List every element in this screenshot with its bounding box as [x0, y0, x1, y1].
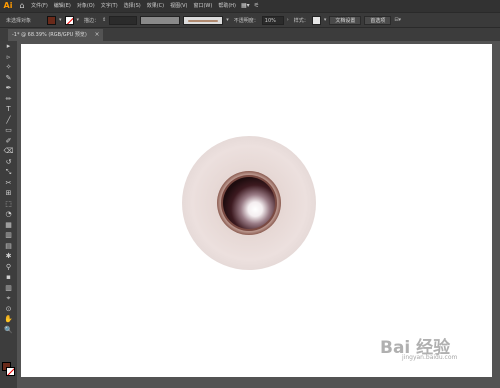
rotate-tool-icon[interactable]: ↺	[0, 157, 17, 168]
pupil-circle	[223, 177, 275, 229]
menu-effect[interactable]: 效果(C)	[144, 0, 167, 12]
document-tab[interactable]: -1* @ 68.39% (RGB/GPU 预览) ×	[8, 29, 104, 41]
app-logo: Ai	[3, 1, 13, 10]
eye-illustration[interactable]	[182, 136, 316, 270]
type-tool-icon[interactable]: T	[0, 104, 17, 115]
blend-tool-icon[interactable]: ▤	[0, 241, 17, 252]
stroke-stepper-icon[interactable]: ⇕	[102, 17, 106, 23]
document-tab-title: @ 68.39% (RGB/GPU 预览)	[21, 32, 87, 38]
opacity-field[interactable]: 10%	[261, 15, 284, 25]
control-bar: 未选择对象 ▾ ▾ 描边： ⇕ ▾ 不透明度： 10% › 样式： ▾ 文档设置…	[0, 12, 500, 28]
preferences-button[interactable]: 首选项	[364, 15, 392, 25]
document-tab-bar: -1* @ 68.39% (RGB/GPU 预览) ×	[0, 28, 500, 41]
tools-panel: ▸ ▹ ✧ ✎ ✒ ✏ T ╱ ▭ ✐ ⌫ ↺ ⤡ ✂ ⊞ ⬚ ◔ ▦ ▥ ▤ …	[0, 41, 17, 388]
arrange-icon[interactable]: ⚟	[252, 0, 261, 12]
eyedropper-tool-icon[interactable]: ⚲	[0, 262, 17, 273]
rectangle-tool-icon[interactable]: ▭	[0, 125, 17, 136]
stroke-swatch[interactable]	[64, 15, 74, 25]
scissors-tool-icon[interactable]: ✂	[0, 178, 17, 189]
bar-graph-tool-icon[interactable]: ▥	[0, 283, 17, 294]
opacity-dropdown-icon[interactable]: ›	[287, 17, 289, 23]
stroke-dropdown-icon[interactable]: ▾	[77, 17, 80, 23]
menu-type[interactable]: 文字(T)	[98, 0, 121, 12]
document-setup-button[interactable]: 文档设置	[329, 15, 362, 25]
style-label: 样式：	[293, 17, 309, 24]
gradient-tool-icon[interactable]: ▥	[0, 230, 17, 241]
fill-dropdown-icon[interactable]: ▾	[59, 17, 62, 23]
shape-builder-tool-icon[interactable]: ⬚	[0, 199, 17, 210]
menu-select[interactable]: 选择(S)	[121, 0, 144, 12]
menu-help[interactable]: 帮助(H)	[215, 0, 239, 12]
hand-tool-icon[interactable]: ✋	[0, 314, 17, 325]
stroke-weight-field[interactable]	[109, 15, 138, 25]
eraser-tool-icon[interactable]: ⌫	[0, 146, 17, 157]
variable-width-field[interactable]	[140, 15, 181, 25]
toolbar-stroke-swatch[interactable]	[6, 367, 15, 376]
style-dropdown-icon[interactable]: ▾	[324, 17, 327, 23]
selection-tool-icon[interactable]: ▸	[0, 41, 17, 52]
menu-bar: Ai ⌂ 文件(F) 编辑(E) 对象(O) 文字(T) 选择(S) 效果(C)…	[0, 0, 500, 12]
curvature-tool-icon[interactable]: ✎	[0, 73, 17, 84]
magic-wand-tool-icon[interactable]: ✧	[0, 62, 17, 73]
column-graph-tool-icon[interactable]: ▪	[0, 272, 17, 283]
line-tool-icon[interactable]: ╱	[0, 115, 17, 126]
perspective-grid-tool-icon[interactable]: ◔	[0, 209, 17, 220]
free-transform-tool-icon[interactable]: ⊞	[0, 188, 17, 199]
pencil-tool-icon[interactable]: ✏	[0, 94, 17, 105]
menu-view[interactable]: 视图(V)	[167, 0, 190, 12]
symbol-sprayer-tool-icon[interactable]: ✱	[0, 251, 17, 262]
align-icon[interactable]: ⊟▾	[394, 17, 401, 23]
watermark-url: jingyan.baidu.com	[402, 354, 458, 361]
zoom-tool-icon[interactable]: 🔍	[0, 325, 17, 336]
direct-selection-tool-icon[interactable]: ▹	[0, 52, 17, 63]
workspace-switcher[interactable]: ▦▾	[239, 0, 252, 12]
slice-tool-icon[interactable]: ⌖	[0, 293, 17, 304]
menu-edit[interactable]: 编辑(E)	[51, 0, 74, 12]
close-icon[interactable]: ×	[94, 31, 99, 38]
mesh-tool-icon[interactable]: ▦	[0, 220, 17, 231]
fill-stroke-widget[interactable]	[2, 362, 15, 376]
home-icon[interactable]: ⌂	[16, 0, 28, 12]
menu-object[interactable]: 对象(O)	[74, 0, 98, 12]
menu-file[interactable]: 文件(F)	[28, 0, 51, 12]
fill-swatch[interactable]	[47, 15, 57, 25]
profile-dropdown-icon[interactable]: ▾	[226, 17, 229, 23]
artboard-tool-icon[interactable]: ⊙	[0, 304, 17, 315]
style-swatch[interactable]	[311, 15, 321, 25]
scale-tool-icon[interactable]: ⤡	[0, 167, 17, 178]
paintbrush-tool-icon[interactable]: ✐	[0, 136, 17, 147]
menu-window[interactable]: 窗口(W)	[190, 0, 215, 12]
stroke-label: 描边：	[84, 17, 100, 24]
brush-profile-field[interactable]	[183, 15, 224, 25]
document-tab-prefix: -1*	[12, 32, 20, 38]
no-selection-label: 未选择对象	[6, 17, 32, 24]
pen-tool-icon[interactable]: ✒	[0, 83, 17, 94]
opacity-label: 不透明度：	[233, 17, 259, 24]
